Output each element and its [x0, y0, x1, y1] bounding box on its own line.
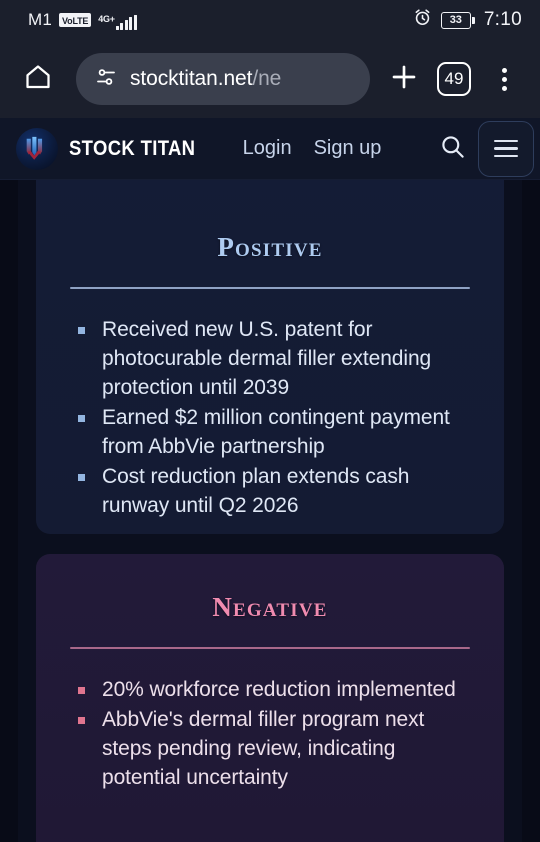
positive-highlights-card: Positive Received new U.S. patent for ph… — [36, 180, 504, 534]
tab-switcher-button[interactable]: 49 — [432, 57, 476, 101]
signal-bars-icon — [115, 15, 137, 30]
new-tab-button[interactable] — [382, 57, 426, 101]
positive-bullet-list: Received new U.S. patent for photocurabl… — [66, 315, 474, 520]
hamburger-menu-button[interactable] — [478, 120, 534, 177]
stock-titan-logo-icon — [16, 127, 58, 170]
search-button[interactable] — [426, 118, 478, 180]
positive-card-title: Positive — [217, 232, 323, 262]
status-bar-right: 33 7:10 — [413, 8, 522, 32]
list-item: Received new U.S. patent for photocurabl… — [76, 315, 474, 402]
page-right-edge — [522, 180, 540, 842]
home-icon — [23, 62, 53, 97]
battery-indicator: 33 — [440, 11, 475, 29]
status-bar-left: M1 VoLTE 4G+ — [28, 10, 137, 30]
header-actions — [426, 118, 540, 179]
browser-menu-button[interactable] — [482, 57, 526, 101]
url-path: /ne — [252, 67, 282, 90]
page-left-edge — [0, 180, 18, 842]
browser-toolbar: stocktitan.net/ne 49 — [0, 40, 540, 118]
negative-bullet-list: 20% workforce reduction implemented AbbV… — [66, 675, 474, 792]
site-header: STOCK TITAN Login Sign up — [0, 118, 540, 180]
list-item: Cost reduction plan extends cash runway … — [76, 462, 474, 520]
page-info-tune-icon[interactable] — [94, 65, 118, 94]
hamburger-menu-icon — [494, 139, 518, 158]
alarm-clock-icon — [413, 8, 432, 32]
negative-card-divider — [70, 647, 470, 649]
clock-label: 7:10 — [483, 9, 522, 30]
brand-name-label: STOCK TITAN — [69, 136, 196, 160]
plus-icon — [388, 61, 420, 98]
header-nav: Login Sign up — [243, 137, 382, 160]
url-text: stocktitan.net/ne — [130, 67, 281, 91]
network-indicator: 4G+ — [98, 10, 137, 30]
battery-level-label: 33 — [449, 13, 462, 26]
url-bar[interactable]: stocktitan.net/ne — [76, 53, 370, 105]
volte-badge: VoLTE — [59, 13, 92, 27]
network-type-label: 4G+ — [98, 14, 115, 24]
search-icon — [439, 133, 466, 165]
negative-card-title: Negative — [212, 592, 328, 622]
page-scroll-area[interactable]: Positive Received new U.S. patent for ph… — [18, 180, 522, 842]
list-item: Earned $2 million contingent payment fro… — [76, 403, 474, 461]
negative-highlights-card: Negative 20% workforce reduction impleme… — [36, 554, 504, 842]
list-item: 20% workforce reduction implemented — [76, 675, 474, 704]
home-button[interactable] — [16, 57, 60, 101]
phone-screen: M1 VoLTE 4G+ 33 7:10 stocktitan.net/ne 4… — [0, 0, 540, 842]
list-item: AbbVie's dermal filler program next step… — [76, 705, 474, 792]
carrier-label: M1 — [28, 10, 53, 29]
tab-count-badge: 49 — [437, 62, 471, 96]
status-bar: M1 VoLTE 4G+ 33 7:10 — [0, 0, 540, 40]
url-domain: stocktitan.net — [130, 67, 253, 90]
login-link[interactable]: Login — [243, 137, 292, 160]
kebab-menu-icon — [501, 67, 507, 91]
brand-logo-link[interactable]: STOCK TITAN — [16, 127, 213, 170]
positive-card-divider — [70, 287, 470, 289]
page-content: Positive Received new U.S. patent for ph… — [0, 180, 540, 842]
signup-link[interactable]: Sign up — [314, 137, 382, 160]
